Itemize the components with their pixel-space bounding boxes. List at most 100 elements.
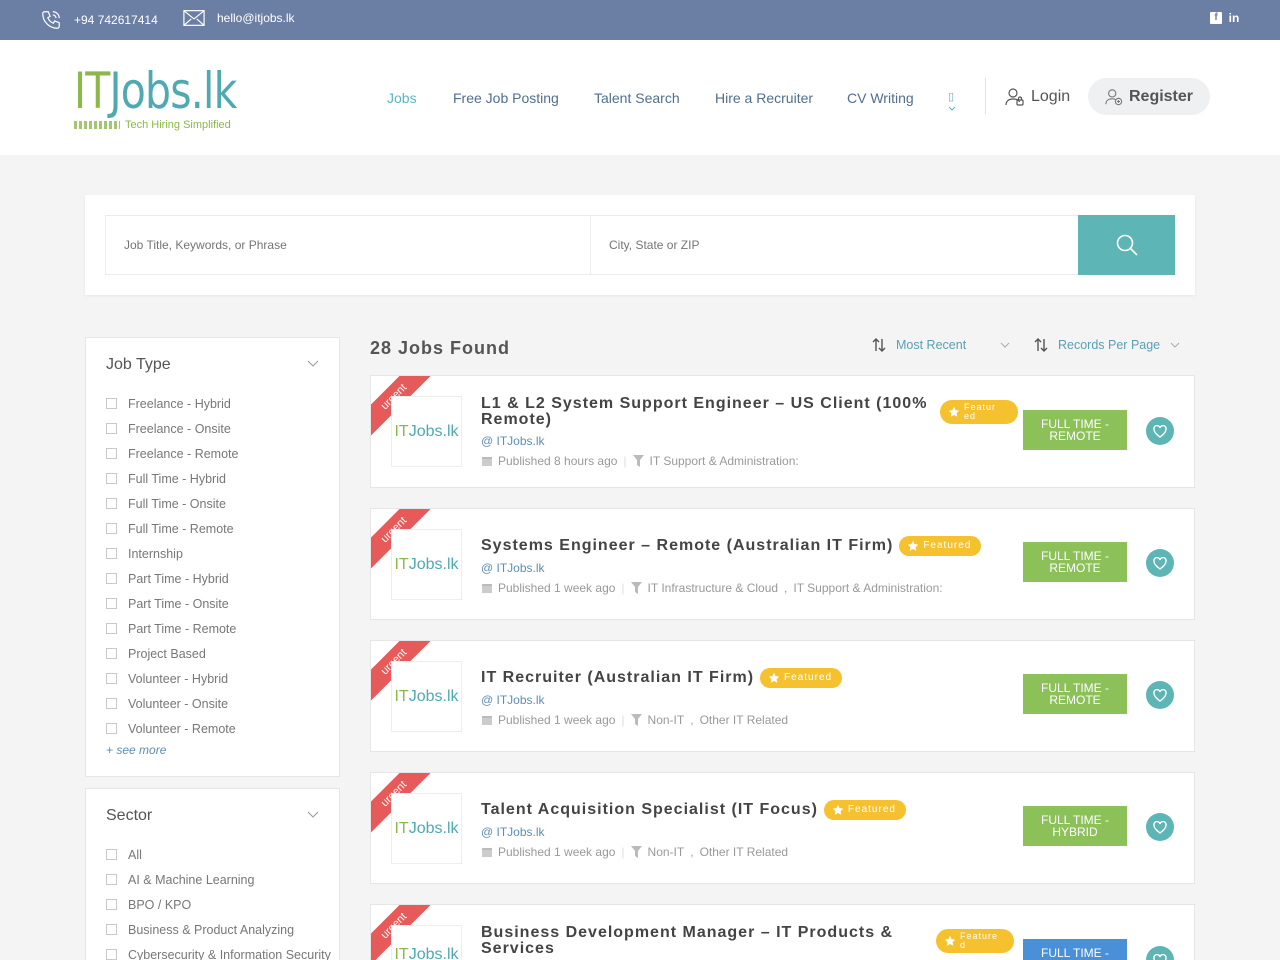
job-type-option[interactable]: Volunteer - Remote [106, 716, 238, 741]
register-label: Register [1128, 87, 1194, 105]
contact-email[interactable]: hello@itjobs.lk [183, 9, 295, 27]
company-logo[interactable]: IT Jobs.lk [391, 396, 462, 467]
checkbox[interactable] [106, 874, 117, 885]
job-title[interactable]: Talent Acquisition Specialist (IT Focus)… [481, 800, 906, 820]
option-label: Part Time - Remote [128, 621, 237, 636]
job-type-option[interactable]: Part Time - Hybrid [106, 566, 238, 591]
checkbox[interactable] [106, 398, 117, 409]
register-button[interactable]: Register [1088, 78, 1210, 115]
checkbox[interactable] [106, 849, 117, 860]
job-search-form [85, 195, 1195, 295]
checkbox[interactable] [106, 673, 117, 684]
company-name[interactable]: @ ITJobs.lk [481, 825, 545, 839]
company-name[interactable]: @ ITJobs.lk [481, 693, 545, 707]
job-category[interactable]: IT Infrastructure & Cloud [648, 581, 779, 595]
heart-icon [1153, 424, 1167, 438]
checkbox[interactable] [106, 448, 117, 459]
job-card[interactable]: urgent ITJobs.lk Systems Engineer – Remo… [370, 508, 1195, 620]
contact-phone[interactable]: +94 742617414 [40, 9, 158, 31]
favorite-button[interactable] [1146, 946, 1174, 960]
job-category[interactable]: IT Support & Administration: [650, 454, 799, 468]
nav-hire-a-recruiter[interactable]: Hire a Recruiter [715, 90, 813, 106]
sector-option[interactable]: All [106, 842, 331, 867]
checkbox[interactable] [106, 573, 117, 584]
option-label: AI & Machine Learning [128, 872, 255, 887]
chevron-down-icon[interactable] [307, 811, 319, 819]
checkbox[interactable] [106, 548, 117, 559]
job-type-option[interactable]: Part Time - Onsite [106, 591, 238, 616]
job-type-badge: FULL TIME - REMOTE [1023, 542, 1127, 582]
sector-option[interactable]: Business & Product Analyzing [106, 917, 331, 942]
site-logo[interactable]: ITJobs.lk Tech Hiring Simplified [74, 65, 272, 131]
job-type-option[interactable]: Volunteer - Hybrid [106, 666, 238, 691]
checkbox[interactable] [106, 723, 117, 734]
chevron-down-icon[interactable] [307, 360, 319, 368]
job-type-option[interactable]: Project Based [106, 641, 238, 666]
favorite-button[interactable] [1146, 813, 1174, 841]
checkbox[interactable] [106, 498, 117, 509]
nav-cv-writing[interactable]: CV Writing [847, 90, 914, 106]
calendar-icon [482, 457, 492, 466]
job-type-option[interactable]: Volunteer - Onsite [106, 691, 238, 716]
language-dropdown[interactable]: ▯ [948, 90, 956, 115]
company-logo[interactable]: IT Jobs.lk [391, 793, 462, 864]
company-name[interactable]: @ ITJobs.lk [481, 434, 545, 448]
job-title[interactable]: IT Recruiter (Australian IT Firm) Feature… [481, 668, 843, 688]
job-type-option[interactable]: Freelance - Hybrid [106, 391, 238, 416]
see-more-link[interactable]: + see more [106, 743, 166, 757]
favorite-button[interactable] [1146, 681, 1174, 709]
job-title[interactable]: L1 & L2 System Support Engineer – US Cli… [481, 396, 927, 428]
job-type-option[interactable]: Freelance - Onsite [106, 416, 238, 441]
company-logo[interactable]: IT Jobs.lk [391, 529, 462, 600]
social-links: f in [1210, 12, 1240, 24]
sector-option[interactable]: BPO / KPO [106, 892, 331, 917]
keyword-input[interactable] [105, 215, 591, 275]
checkbox[interactable] [106, 949, 117, 960]
checkbox[interactable] [106, 598, 117, 609]
sector-option[interactable]: AI & Machine Learning [106, 867, 331, 892]
checkbox[interactable] [106, 473, 117, 484]
company-logo[interactable]: IT Jobs.lk [391, 661, 462, 732]
job-category[interactable]: Other IT Related [700, 713, 789, 727]
job-type-option[interactable]: Full Time - Onsite [106, 491, 238, 516]
login-link[interactable]: Login [1005, 87, 1070, 107]
nav-talent-search[interactable]: Talent Search [594, 90, 680, 106]
favorite-button[interactable] [1146, 549, 1174, 577]
checkbox[interactable] [106, 648, 117, 659]
per-page-dropdown[interactable]: Records Per Page [1034, 338, 1180, 352]
job-card[interactable]: urgent ITJobs.lk Business Development Ma… [370, 904, 1195, 960]
checkbox[interactable] [106, 423, 117, 434]
favorite-button[interactable] [1146, 417, 1174, 445]
nav-free-job-posting[interactable]: Free Job Posting [453, 90, 559, 106]
facebook-icon[interactable]: f [1210, 12, 1222, 24]
job-type-option[interactable]: Internship [106, 541, 238, 566]
location-input[interactable] [590, 215, 1079, 275]
job-type-option[interactable]: Part Time - Remote [106, 616, 238, 641]
checkbox[interactable] [106, 623, 117, 634]
job-type-option[interactable]: Freelance - Remote [106, 441, 238, 466]
job-category[interactable]: Non-IT [648, 713, 685, 727]
checkbox[interactable] [106, 523, 117, 534]
job-category[interactable]: Other IT Related [700, 845, 789, 859]
job-type-option[interactable]: Full Time - Hybrid [106, 466, 238, 491]
company-name[interactable]: @ ITJobs.lk [481, 561, 545, 575]
job-card[interactable]: urgent ITJobs.lk Talent Acquisition Spec… [370, 772, 1195, 884]
job-title[interactable]: Business Development Manager – IT Produc… [481, 925, 893, 957]
job-type-option[interactable]: Full Time - Remote [106, 516, 238, 541]
job-category[interactable]: IT Support & Administration: [793, 581, 942, 595]
checkbox[interactable] [106, 899, 117, 910]
checkbox[interactable] [106, 698, 117, 709]
search-button[interactable] [1078, 215, 1175, 275]
featured-badge: Featur ed [940, 400, 1018, 424]
job-category[interactable]: Non-IT [648, 845, 685, 859]
job-title[interactable]: Systems Engineer – Remote (Australian IT… [481, 536, 982, 556]
job-card[interactable]: urgent ITJobs.lk L1 & L2 System Support … [370, 375, 1195, 488]
checkbox[interactable] [106, 924, 117, 935]
sector-option[interactable]: Cybersecurity & Information Security [106, 942, 331, 960]
nav-jobs[interactable]: Jobs [387, 90, 417, 106]
sort-dropdown[interactable]: Most Recent [872, 338, 1010, 352]
linkedin-icon[interactable]: in [1228, 12, 1240, 24]
heart-icon [1153, 688, 1167, 702]
company-logo[interactable]: IT Jobs.lk [391, 925, 462, 960]
job-card[interactable]: urgent ITJobs.lk IT Recruiter (Australia… [370, 640, 1195, 752]
